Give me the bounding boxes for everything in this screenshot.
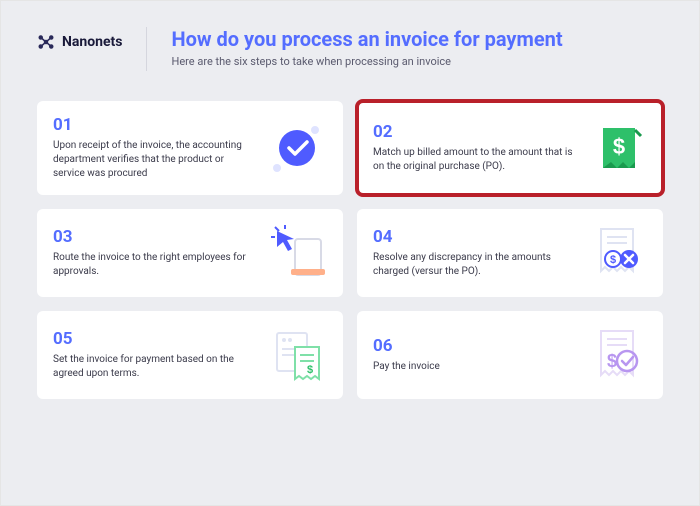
page-title: How do you process an invoice for paymen…: [171, 27, 663, 51]
step-number: 01: [53, 115, 255, 135]
brand-name: Nanonets: [62, 34, 122, 50]
step-desc: Pay the invoice: [373, 360, 573, 374]
step-number: 06: [373, 336, 575, 356]
step-desc: Set the invoice for payment based on the…: [53, 353, 253, 381]
step-card-01: 01 Upon receipt of the invoice, the acco…: [37, 101, 343, 195]
step-desc: Upon receipt of the invoice, the account…: [53, 139, 253, 181]
step-card-06: 06 Pay the invoice $: [357, 311, 663, 399]
invoice-lines-icon: $: [267, 325, 327, 385]
step-card-05: 05 Set the invoice for payment based on …: [37, 311, 343, 399]
svg-text:$: $: [307, 364, 313, 376]
step-number: 04: [373, 227, 575, 247]
step-desc: Route the invoice to the right employees…: [53, 251, 253, 279]
step-number: 02: [373, 122, 575, 142]
step-number: 03: [53, 227, 255, 247]
step-number: 05: [53, 329, 255, 349]
checkmark-badge-icon: [267, 118, 327, 178]
step-text: 04 Resolve any discrepancy in the amount…: [373, 227, 575, 279]
step-card-02: 02 Match up billed amount to the amount …: [357, 101, 663, 195]
step-text: 02 Match up billed amount to the amount …: [373, 122, 575, 174]
receipt-error-icon: $: [587, 223, 647, 283]
brand: Nanonets: [37, 27, 122, 51]
step-text: 01 Upon receipt of the invoice, the acco…: [53, 115, 255, 181]
dollar-receipt-icon: $: [587, 118, 647, 178]
step-text: 03 Route the invoice to the right employ…: [53, 227, 255, 279]
paid-invoice-icon: $: [587, 325, 647, 385]
steps-grid: 01 Upon receipt of the invoice, the acco…: [37, 101, 663, 399]
step-card-03: 03 Route the invoice to the right employ…: [37, 209, 343, 297]
cursor-document-icon: [267, 223, 327, 283]
step-text: 05 Set the invoice for payment based on …: [53, 329, 255, 381]
step-card-04: 04 Resolve any discrepancy in the amount…: [357, 209, 663, 297]
divider: [146, 27, 147, 71]
step-desc: Match up billed amount to the amount tha…: [373, 146, 573, 174]
header: Nanonets How do you process an invoice f…: [37, 27, 663, 71]
svg-text:$: $: [607, 351, 617, 371]
page-subtitle: Here are the six steps to take when proc…: [171, 55, 663, 68]
svg-text:$: $: [610, 254, 616, 266]
infographic-canvas: Nanonets How do you process an invoice f…: [0, 0, 700, 506]
brand-logo-icon: [37, 33, 55, 51]
title-block: How do you process an invoice for paymen…: [171, 27, 663, 68]
step-text: 06 Pay the invoice: [373, 336, 575, 374]
svg-text:$: $: [613, 134, 625, 159]
step-desc: Resolve any discrepancy in the amounts c…: [373, 251, 573, 279]
